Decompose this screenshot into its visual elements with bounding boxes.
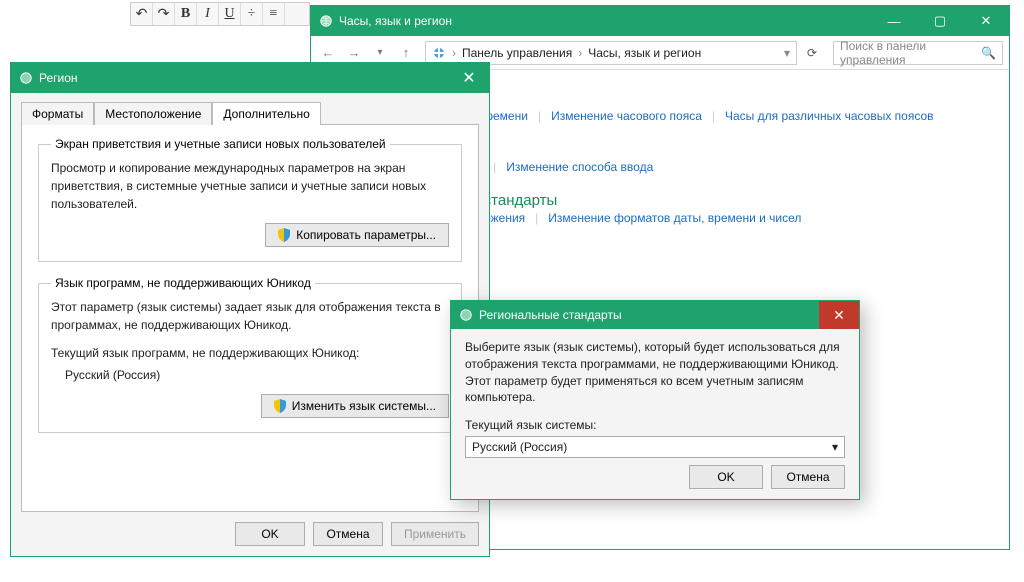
tab-panel-advanced: Экран приветствия и учетные записи новых… (21, 124, 479, 512)
non-unicode-fieldset: Язык программ, не поддерживающих Юникод … (38, 276, 462, 433)
cp-link[interactable]: Изменение часового пояса (551, 109, 702, 123)
close-button[interactable]: ✕ (449, 63, 489, 93)
redo-icon[interactable]: ↷ (153, 3, 175, 25)
rs-label: Текущий язык системы: (465, 418, 845, 432)
region-title: Регион (39, 71, 78, 85)
cp-link[interactable]: Изменение форматов даты, времени и чисел (548, 211, 801, 225)
nav-forward-icon[interactable]: → (343, 42, 365, 64)
underline-icon[interactable]: U (219, 3, 241, 25)
cp-icon (432, 46, 446, 60)
fieldset-legend: Язык программ, не поддерживающих Юникод (51, 276, 315, 290)
shield-icon (274, 399, 286, 413)
globe-icon (319, 14, 333, 28)
shield-icon (278, 228, 290, 242)
system-locale-select[interactable]: Русский (Россия) ▾ (465, 436, 845, 458)
close-button[interactable]: ✕ (963, 6, 1009, 36)
rs-footer: OK Отмена (689, 465, 845, 489)
chevron-down-icon: ▾ (832, 440, 838, 454)
rs-titlebar[interactable]: Региональные стандарты ✕ (451, 301, 859, 329)
globe-icon (459, 308, 473, 322)
apply-button[interactable]: Применить (391, 522, 479, 546)
chevron-right-icon: › (578, 46, 582, 60)
ok-button[interactable]: OK (235, 522, 305, 546)
tab-formats[interactable]: Форматы (21, 102, 94, 125)
search-placeholder: Поиск в панели управления (840, 39, 981, 67)
region-dialog: Регион ✕ Форматы Местоположение Дополнит… (10, 62, 490, 557)
cp-title: Часы, язык и регион (339, 14, 452, 28)
bold-icon[interactable]: B (175, 3, 197, 25)
breadcrumb[interactable]: › Панель управления › Часы, язык и регио… (425, 41, 797, 65)
italic-icon[interactable]: I (197, 3, 219, 25)
tabs: Форматы Местоположение Дополнительно (21, 101, 479, 124)
editor-toolbar: ↶ ↷ B I U ÷ ≡ (130, 2, 310, 26)
select-value: Русский (Россия) (472, 440, 567, 454)
fieldset-text: Этот параметр (язык системы) задает язык… (51, 298, 449, 334)
refresh-icon[interactable]: ⟳ (801, 46, 823, 60)
ok-button[interactable]: OK (689, 465, 763, 489)
nav-back-icon[interactable]: ← (317, 42, 339, 64)
nav-history-icon[interactable]: ▾ (369, 42, 391, 64)
cp-link[interactable]: Изменение способа ввода (506, 160, 653, 174)
welcome-screen-fieldset: Экран приветствия и учетные записи новых… (38, 137, 462, 262)
current-lang-label: Текущий язык программ, не поддерживающих… (51, 344, 449, 362)
chevron-down-icon[interactable]: ▾ (784, 46, 790, 60)
cancel-button[interactable]: Отмена (313, 522, 383, 546)
maximize-button[interactable]: ▢ (917, 6, 963, 36)
dialog-footer: OK Отмена Применить (21, 512, 479, 546)
tab-advanced[interactable]: Дополнительно (212, 102, 320, 125)
rs-text: Выберите язык (язык системы), который бу… (465, 339, 845, 406)
fieldset-legend: Экран приветствия и учетные записи новых… (51, 137, 390, 151)
cancel-button[interactable]: Отмена (771, 465, 845, 489)
breadcrumb-item[interactable]: Часы, язык и регион (588, 46, 701, 60)
change-system-locale-button[interactable]: Изменить язык системы... (261, 394, 449, 418)
cp-titlebar[interactable]: Часы, язык и регион — ▢ ✕ (311, 6, 1009, 36)
rs-title: Региональные стандарты (479, 308, 622, 322)
copy-settings-button[interactable]: Копировать параметры... (265, 223, 449, 247)
undo-icon[interactable]: ↶ (131, 3, 153, 25)
region-titlebar[interactable]: Регион ✕ (11, 63, 489, 93)
search-input[interactable]: Поиск в панели управления 🔍 (833, 41, 1003, 65)
cp-link[interactable]: Часы для различных часовых поясов (725, 109, 934, 123)
minimize-button[interactable]: — (871, 6, 917, 36)
tab-location[interactable]: Местоположение (94, 102, 212, 125)
chevron-right-icon: › (452, 46, 456, 60)
breadcrumb-item[interactable]: Панель управления (462, 46, 572, 60)
globe-icon (19, 71, 33, 85)
close-button[interactable]: ✕ (819, 301, 859, 329)
nav-up-icon[interactable]: ↑ (395, 42, 417, 64)
regional-standards-dialog: Региональные стандарты ✕ Выберите язык (… (450, 300, 860, 500)
fieldset-text: Просмотр и копирование международных пар… (51, 159, 449, 213)
strike-icon[interactable]: ÷ (241, 3, 263, 25)
search-icon: 🔍 (981, 46, 996, 60)
current-lang-value: Русский (Россия) (51, 366, 449, 384)
align-icon[interactable]: ≡ (263, 3, 285, 25)
